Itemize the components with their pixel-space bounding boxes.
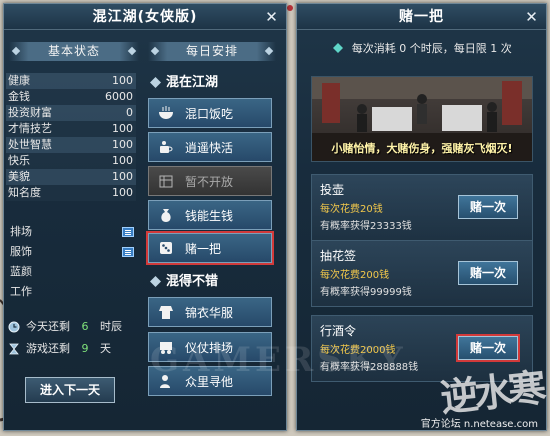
attr-label: 服饰 <box>10 245 32 258</box>
action-label: 混口饭吃 <box>185 106 234 121</box>
gamble-cost: 每次花费20钱 <box>320 204 383 215</box>
life-panel-title-text: 混江湖(女侠版) <box>92 9 198 25</box>
stat-list: 健康 100 金钱 6000 投资财富 0 才情技艺 100 处世智慧 100 … <box>6 73 136 201</box>
list-icon[interactable] <box>122 227 134 237</box>
gamble-panel-title-text: 赌一把 <box>399 9 444 25</box>
game-remaining-row: 游戏还剩 9 天 <box>8 340 136 358</box>
close-icon[interactable]: ✕ <box>264 4 280 30</box>
today-remaining-value: 6 <box>81 320 89 333</box>
stat-label: 才情技艺 <box>8 122 52 135</box>
robe-icon <box>157 303 175 321</box>
attr-label: 排场 <box>10 225 32 238</box>
gamble-once-button[interactable]: 赌一次 <box>458 336 518 360</box>
gamble-name: 投壶 <box>320 183 345 197</box>
action-label: 逍遥快活 <box>185 140 234 155</box>
gamble-info-text: 每次消耗 0 个时辰，每日限 1 次 <box>351 42 512 55</box>
stat-value: 100 <box>112 74 133 87</box>
hourglass-icon <box>9 343 19 355</box>
gamble-card-flower-lot: 抽花签 每次花费200钱 有概率获得99999钱 赌一次 <box>311 240 533 307</box>
action-label: 钱能生钱 <box>185 208 234 223</box>
category-header-1: 混在江湖 <box>146 72 274 94</box>
gamble-name: 行酒令 <box>320 324 357 338</box>
stat-value: 100 <box>112 186 133 199</box>
game-remaining-unit: 天 <box>100 342 111 355</box>
watermark: GAMERSKY <box>150 340 407 380</box>
gamble-once-button[interactable]: 赌一次 <box>458 261 518 285</box>
gamble-reward: 有概率获得23333钱 <box>320 221 412 232</box>
stat-row-talent: 才情技艺 100 <box>6 121 136 137</box>
stat-value: 100 <box>112 138 133 151</box>
stat-value: 100 <box>112 122 133 135</box>
stat-label: 美貌 <box>8 170 30 183</box>
stat-label: 快乐 <box>8 154 30 167</box>
today-remaining-label: 今天还剩 <box>26 320 70 333</box>
stat-label: 投资财富 <box>8 106 52 119</box>
action-invest-button[interactable]: 钱能生钱 <box>148 200 272 230</box>
dice-icon <box>157 239 175 257</box>
stat-row-fame: 知名度 100 <box>6 185 136 201</box>
life-panel-title: 混江湖(女侠版) ✕ <box>4 4 286 30</box>
gamble-name: 抽花签 <box>320 249 357 263</box>
attr-label: 蓝颜 <box>10 265 32 278</box>
gem-icon <box>333 43 344 53</box>
gamble-card-touhu: 投壶 每次花费20钱 有概率获得23333钱 赌一次 <box>311 174 533 241</box>
attr-label: 工作 <box>10 285 32 298</box>
action-label: 赌一把 <box>185 241 222 256</box>
category-label: 混在江湖 <box>166 75 219 90</box>
category-label: 混得不错 <box>166 274 219 289</box>
today-remaining-row: 今天还剩 6 时辰 <box>8 318 136 336</box>
stat-label: 健康 <box>8 74 30 87</box>
stat-label: 金钱 <box>8 90 30 103</box>
stat-label: 知名度 <box>8 186 41 199</box>
forum-footer: 官方论坛 n.netease.com <box>420 419 538 430</box>
gamble-info: 每次消耗 0 个时辰，每日限 1 次 <box>297 40 548 56</box>
stat-label: 处世智慧 <box>8 138 52 151</box>
list-icon[interactable] <box>122 247 134 257</box>
game-remaining-value: 9 <box>81 342 89 355</box>
diamond-icon <box>150 276 161 287</box>
stat-value: 6000 <box>105 90 133 103</box>
attr-row-outfit[interactable]: 服饰 <box>6 242 136 262</box>
action-earn-meal-button[interactable]: 混口饭吃 <box>148 98 272 128</box>
attr-row-companion: 蓝颜 <box>6 262 136 282</box>
tea-icon <box>157 138 175 156</box>
action-fine-clothes-button[interactable]: 锦衣华服 <box>148 297 272 327</box>
game-logo: 逆水寒 <box>438 364 545 421</box>
close-icon[interactable]: ✕ <box>524 4 540 30</box>
gamble-reward: 有概率获得99999钱 <box>320 287 412 298</box>
stat-row-investment: 投资财富 0 <box>6 105 136 121</box>
action-leisure-button[interactable]: 逍遥快活 <box>148 132 272 162</box>
next-day-button[interactable]: 进入下一天 <box>25 377 115 403</box>
stat-row-health: 健康 100 <box>6 73 136 89</box>
bowl-icon <box>157 104 175 122</box>
attribute-list: 排场 服饰 蓝颜 工作 <box>6 222 136 302</box>
today-remaining-unit: 时辰 <box>100 320 122 333</box>
stat-value: 0 <box>126 106 133 119</box>
attr-row-job: 工作 <box>6 282 136 302</box>
basic-status-header: 基本状态 <box>9 42 139 61</box>
stat-value: 100 <box>112 170 133 183</box>
stat-row-beauty: 美貌 100 <box>6 169 136 185</box>
action-label: 暂不开放 <box>185 174 234 189</box>
stat-value: 100 <box>112 154 133 167</box>
diamond-icon <box>150 77 161 88</box>
game-remaining-label: 游戏还剩 <box>26 342 70 355</box>
gambling-scene-image: 小赌怡情，大赌伤身，强赌灰飞烟灭! <box>311 76 533 162</box>
gamble-panel-title: 赌一把 ✕ <box>297 4 546 30</box>
action-locked-button: 暂不开放 <box>148 166 272 196</box>
locked-icon <box>157 172 175 190</box>
category-header-2: 混得不错 <box>146 271 274 293</box>
gamble-once-button[interactable]: 赌一次 <box>458 195 518 219</box>
daily-schedule-header: 每日安排 <box>148 42 276 61</box>
stat-row-wisdom: 处世智慧 100 <box>6 137 136 153</box>
clock-icon <box>8 321 20 333</box>
action-label: 锦衣华服 <box>185 305 234 320</box>
action-gamble-button[interactable]: 赌一把 <box>148 233 272 263</box>
attr-row-retinue[interactable]: 排场 <box>6 222 136 242</box>
money-bag-icon <box>157 206 175 224</box>
stat-row-money: 金钱 6000 <box>6 89 136 105</box>
gamble-cost: 每次花费200钱 <box>320 270 390 281</box>
stat-row-happiness: 快乐 100 <box>6 153 136 169</box>
scene-caption: 小赌怡情，大赌伤身，强赌灰飞烟灭! <box>331 142 513 155</box>
